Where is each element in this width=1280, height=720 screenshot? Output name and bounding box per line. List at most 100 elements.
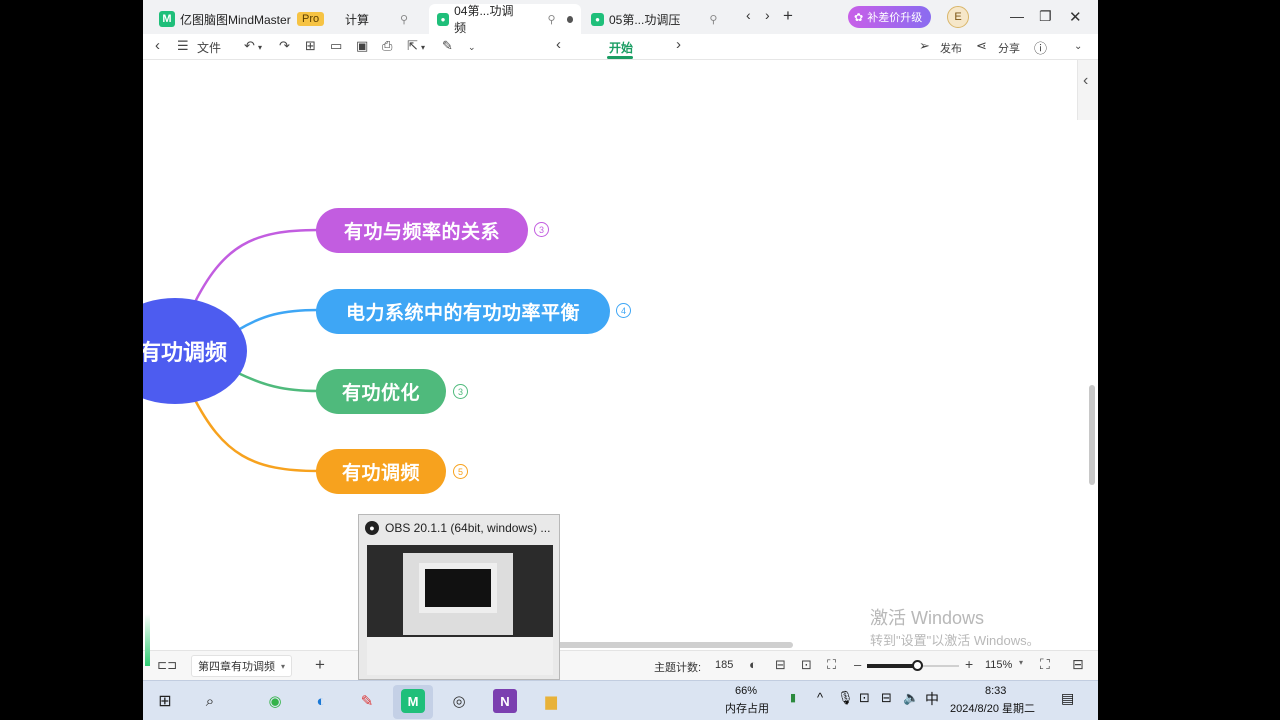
tab-calc[interactable]: 计算 ⚲: [337, 4, 416, 34]
tab-home[interactable]: M 亿图脑图MindMaster: [151, 4, 299, 34]
sheet-dropdown-icon[interactable]: ▾: [281, 662, 285, 671]
share-button[interactable]: 分享: [998, 40, 1020, 56]
tab-calc-label: 计算: [345, 12, 370, 27]
volume-icon[interactable]: 🔈: [903, 690, 919, 706]
ribbon-prev-icon[interactable]: ‹: [556, 36, 561, 53]
export-icon[interactable]: ⇱: [407, 38, 418, 54]
upgrade-label: 补差价升级: [867, 12, 923, 24]
undo-dropdown-icon[interactable]: ▾: [258, 43, 262, 52]
book-view-icon[interactable]: ⊟: [775, 657, 786, 673]
tab-doc-04[interactable]: ● 04第...功调频 ⚲: [429, 4, 581, 35]
connector-branch-3: [237, 371, 319, 393]
horizontal-scrollbar[interactable]: [523, 642, 793, 648]
obs-preview-popup[interactable]: ● OBS 20.1.1 (64bit, windows) ...: [358, 514, 560, 680]
file-explorer-icon[interactable]: ▆: [539, 689, 563, 713]
avatar[interactable]: E: [947, 6, 969, 28]
pin-icon[interactable]: ⚲: [547, 13, 555, 26]
zoom-dropdown-icon[interactable]: ▾: [1019, 658, 1023, 667]
notes-app-icon[interactable]: ✎: [355, 689, 379, 713]
connector-branch-4: [191, 395, 319, 473]
camera-icon[interactable]: ⊡: [859, 690, 870, 706]
battery-icon[interactable]: ▮: [790, 691, 796, 704]
add-sheet-icon[interactable]: +: [315, 655, 325, 675]
obs-window-title: OBS 20.1.1 (64bit, windows) ...: [385, 521, 551, 535]
zoom-in-icon[interactable]: +: [965, 656, 973, 672]
share-icon[interactable]: ⋖: [976, 38, 987, 54]
upgrade-button[interactable]: ✿ 补差价升级: [848, 6, 932, 28]
obs-taskbar-icon[interactable]: ◎: [447, 689, 471, 713]
panel-toggle-icon[interactable]: ⊟: [1072, 656, 1084, 673]
mindmap-canvas[interactable]: 有功调频 有功与频率的关系 3 电力系统中的有功功率平衡 4 有功优化 3 有功…: [143, 60, 1098, 650]
help-icon[interactable]: ⓘ: [1034, 38, 1047, 57]
branch-topic[interactable]: 有功调频: [316, 449, 446, 494]
branch-label: 有功与频率的关系: [343, 222, 500, 243]
new-icon[interactable]: ⊞: [305, 38, 316, 54]
collapse-count-badge[interactable]: 3: [453, 384, 468, 399]
zoom-level[interactable]: 115%: [985, 659, 1012, 671]
fullscreen-canvas-icon[interactable]: ⛶: [827, 657, 836, 673]
pin-icon[interactable]: ⚲: [400, 13, 408, 26]
notification-icon[interactable]: ▤: [1061, 690, 1074, 707]
back-icon[interactable]: ‹: [155, 37, 160, 54]
branch-topic[interactable]: 电力系统中的有功功率平衡: [316, 289, 610, 334]
windows-start-icon[interactable]: ⊞: [153, 689, 177, 713]
more-dropdown-icon[interactable]: ⌄: [468, 42, 476, 53]
collapse-count-badge[interactable]: 4: [616, 303, 631, 318]
tab-start[interactable]: 开始: [609, 39, 633, 56]
open-folder-icon[interactable]: ▭: [330, 38, 342, 54]
save-icon[interactable]: ▣: [356, 38, 368, 54]
ribbon-next-icon[interactable]: ›: [676, 36, 681, 53]
tab-doc-05[interactable]: ● 05第...功调压 ⚲: [583, 4, 725, 34]
onenote-icon[interactable]: N: [493, 689, 517, 713]
thumbnail-inner: [419, 563, 497, 613]
sheet-tab[interactable]: 第四章有功调频 ▾: [191, 655, 293, 677]
redo-icon[interactable]: ↷: [279, 38, 290, 54]
thumbnail-screen: [403, 553, 513, 635]
ime-indicator[interactable]: 中: [925, 689, 939, 709]
print-icon[interactable]: ⎙: [382, 38, 392, 54]
obs-window-thumbnail[interactable]: [367, 545, 553, 675]
collapse-count-badge[interactable]: 5: [453, 464, 468, 479]
vertical-scrollbar[interactable]: [1089, 385, 1095, 485]
menu-icon[interactable]: ☰: [177, 38, 189, 54]
zoom-slider-track[interactable]: [867, 660, 959, 671]
publish-icon[interactable]: ➢: [919, 38, 930, 54]
export-dropdown-icon[interactable]: ▾: [421, 43, 425, 52]
network-icon[interactable]: ⊟: [881, 690, 892, 706]
page-list-icon[interactable]: ⊏⊐: [157, 658, 177, 672]
publish-button[interactable]: 发布: [940, 40, 962, 56]
360-browser-icon[interactable]: ◉: [263, 689, 287, 713]
mindmaster-taskbar-icon[interactable]: M: [401, 689, 425, 713]
tab-next-icon[interactable]: ›: [765, 7, 770, 23]
zoom-slider-fill: [867, 664, 918, 668]
clock-date[interactable]: 2024/8/20 星期二: [950, 700, 1035, 716]
tab-prev-icon[interactable]: ‹: [746, 7, 751, 23]
collapse-count-badge[interactable]: 3: [534, 222, 549, 237]
zoom-slider-knob[interactable]: [911, 660, 923, 671]
undo-icon[interactable]: ↶: [244, 38, 255, 54]
side-panel-toggle[interactable]: ‹: [1077, 60, 1098, 120]
tray-expand-icon[interactable]: ^: [817, 690, 823, 705]
branch-topic[interactable]: 有功与频率的关系: [316, 208, 528, 253]
zoom-out-icon[interactable]: –: [854, 657, 861, 672]
clock-time[interactable]: 8:33: [985, 685, 1006, 697]
fit-page-icon[interactable]: ⊡: [801, 657, 812, 673]
sheet-name: 第四章有功调频: [198, 661, 275, 673]
fullscreen-icon[interactable]: ⛶: [1040, 656, 1050, 673]
restore-icon[interactable]: ❐: [1039, 8, 1052, 25]
active-tab-indicator: [607, 56, 633, 59]
search-icon[interactable]: ⌕: [198, 689, 222, 713]
minimize-icon[interactable]: —: [1010, 8, 1024, 24]
edge-icon[interactable]: ◐: [309, 689, 333, 713]
new-tab-icon[interactable]: +: [783, 6, 793, 26]
edit-icon[interactable]: ✎: [442, 38, 453, 54]
branch-topic[interactable]: 有功优化: [316, 369, 446, 414]
file-menu[interactable]: 文件: [197, 39, 221, 56]
collapse-ribbon-icon[interactable]: ⌄: [1074, 41, 1082, 52]
close-icon[interactable]: ✕: [1069, 8, 1082, 26]
pin-icon[interactable]: ⚲: [709, 13, 717, 26]
theme-icon[interactable]: ◐: [749, 657, 757, 672]
activation-watermark-title: 激活 Windows: [870, 608, 985, 628]
microphone-icon[interactable]: 🎙: [837, 690, 854, 706]
pro-badge-wrap[interactable]: Pro: [297, 4, 325, 34]
